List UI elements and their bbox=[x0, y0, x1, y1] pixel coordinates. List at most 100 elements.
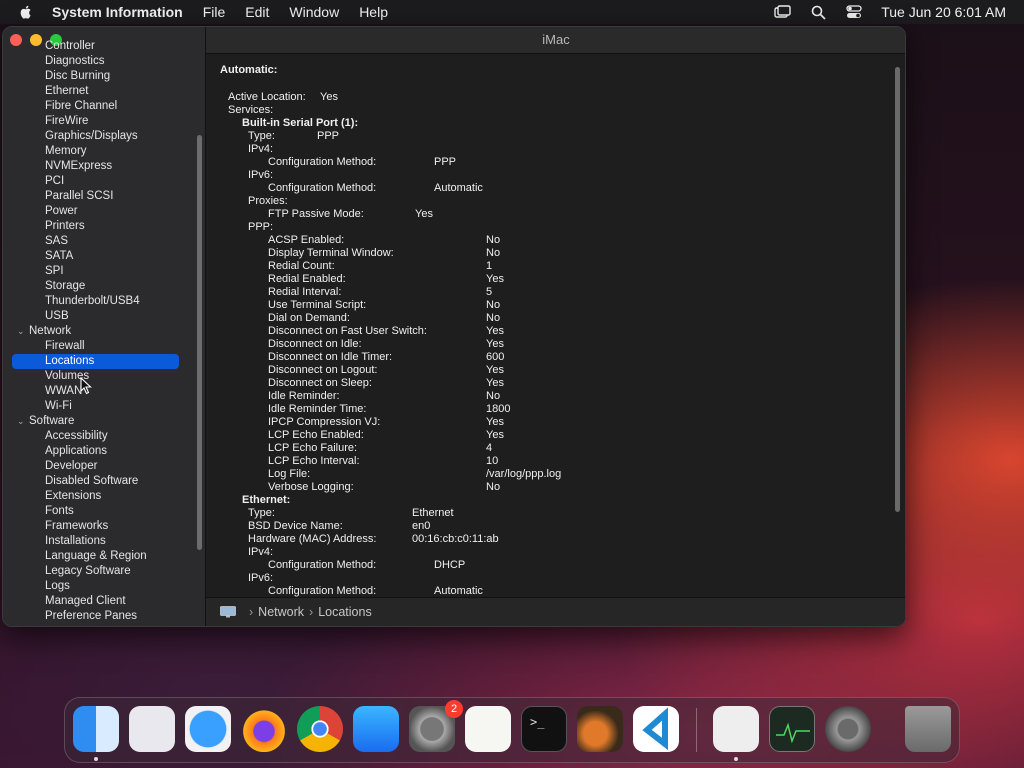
sidebar-item[interactable]: Locations bbox=[12, 354, 179, 369]
sidebar-item[interactable]: Extensions bbox=[3, 489, 203, 504]
sidebar-item[interactable]: Memory bbox=[3, 144, 203, 159]
menu-file[interactable]: File bbox=[203, 4, 226, 20]
sidebar-group[interactable]: ⌄ Network bbox=[3, 324, 203, 339]
detail-label: Dial on Demand: bbox=[268, 312, 350, 324]
detail-value: No bbox=[486, 390, 501, 402]
sidebar-item[interactable]: Preference Panes bbox=[3, 609, 203, 619]
detail-label: PPP: bbox=[248, 221, 274, 233]
detail-value: Yes bbox=[486, 364, 504, 376]
path-crumb-locations[interactable]: Locations bbox=[318, 605, 372, 619]
chevron-down-icon[interactable]: ⌄ bbox=[17, 324, 25, 339]
activity-monitor-icon[interactable] bbox=[769, 706, 815, 752]
detail-label: Configuration Method: bbox=[268, 182, 377, 194]
sidebar-item[interactable]: Fonts bbox=[3, 504, 203, 519]
sidebar-item[interactable]: Diagnostics bbox=[3, 54, 203, 69]
sidebar-group[interactable]: ⌄ Software bbox=[3, 414, 203, 429]
vscode-icon[interactable] bbox=[633, 706, 679, 752]
sidebar-item[interactable]: Firewall bbox=[3, 339, 203, 354]
sidebar-item[interactable]: Accessibility bbox=[3, 429, 203, 444]
menu-help[interactable]: Help bbox=[359, 4, 388, 20]
sidebar-item[interactable]: Logs bbox=[3, 579, 203, 594]
sidebar-item[interactable]: WWAN bbox=[3, 384, 203, 399]
sidebar-item-label: Extensions bbox=[45, 490, 102, 502]
sidebar-item[interactable]: Volumes bbox=[3, 369, 203, 384]
notification-badge: 2 bbox=[445, 700, 463, 718]
sidebar-item[interactable]: Storage bbox=[3, 279, 203, 294]
sidebar-item[interactable]: Legacy Software bbox=[3, 564, 203, 579]
sidebar-item[interactable]: Power bbox=[3, 204, 203, 219]
safari-icon[interactable] bbox=[185, 706, 231, 752]
sidebar-item[interactable]: Managed Client bbox=[3, 594, 203, 609]
running-indicator bbox=[734, 757, 738, 761]
sidebar-item-label: Network bbox=[29, 325, 72, 337]
menu-window[interactable]: Window bbox=[289, 4, 339, 20]
menu-app-name[interactable]: System Information bbox=[52, 4, 183, 20]
detail-value: /var/log/ppp.log bbox=[486, 468, 562, 480]
garageband-icon[interactable] bbox=[577, 706, 623, 752]
sidebar-item[interactable]: PCI bbox=[3, 174, 203, 189]
sidebar-item[interactable]: Graphics/Displays bbox=[3, 129, 203, 144]
spotlight-search-icon[interactable] bbox=[809, 4, 827, 20]
sidebar-item[interactable]: USB bbox=[3, 309, 203, 324]
sidebar-item[interactable]: Installations bbox=[3, 534, 203, 549]
menu-edit[interactable]: Edit bbox=[245, 4, 269, 20]
sidebar-item[interactable]: Language & Region bbox=[3, 549, 203, 564]
sidebar-item-label: Thunderbolt/USB4 bbox=[45, 295, 140, 307]
computer-icon bbox=[220, 606, 236, 618]
apple-menu-icon[interactable] bbox=[18, 4, 34, 20]
launchpad-icon[interactable] bbox=[129, 706, 175, 752]
sidebar-item-label: Printers bbox=[45, 220, 85, 232]
sidebar-item-label: PCI bbox=[45, 175, 65, 187]
sidebar-item[interactable]: Thunderbolt/USB4 bbox=[3, 294, 203, 309]
sidebar-item[interactable]: Controller bbox=[3, 39, 203, 54]
system-preferences-icon[interactable]: 2 bbox=[409, 700, 463, 752]
sidebar-item-label: Graphics/Displays bbox=[45, 130, 138, 142]
control-center-icon[interactable] bbox=[845, 4, 863, 20]
sidebar-item-label: USB bbox=[45, 310, 69, 322]
sidebar-scrollbar[interactable] bbox=[197, 135, 202, 550]
chevron-down-icon[interactable]: ⌄ bbox=[17, 414, 25, 429]
sidebar-item-label: Legacy Software bbox=[45, 565, 131, 577]
sidebar-item[interactable]: Ethernet bbox=[3, 84, 203, 99]
detail-scrollbar[interactable] bbox=[895, 67, 900, 512]
detail-value: PPP bbox=[434, 156, 457, 168]
sidebar-item[interactable]: Disabled Software bbox=[3, 474, 203, 489]
finder-icon[interactable] bbox=[73, 706, 119, 752]
sidebar-item[interactable]: SPI bbox=[3, 264, 203, 279]
trash-icon[interactable] bbox=[905, 706, 951, 752]
sidebar-item[interactable]: Applications bbox=[3, 444, 203, 459]
sidebar-item[interactable]: NVMExpress bbox=[3, 159, 203, 174]
detail-label: Use Terminal Script: bbox=[268, 299, 367, 311]
sidebar-item[interactable]: Fibre Channel bbox=[3, 99, 203, 114]
screen-mirroring-icon[interactable] bbox=[773, 4, 791, 20]
system-information-icon[interactable] bbox=[713, 706, 759, 752]
detail-value: Yes bbox=[486, 416, 504, 428]
sidebar-item[interactable]: Wi-Fi bbox=[3, 399, 203, 414]
sidebar-item[interactable]: Printers bbox=[3, 219, 203, 234]
detail-label: Type: bbox=[248, 507, 275, 519]
menu-bar-clock[interactable]: Tue Jun 20 6:01 AM bbox=[881, 4, 1006, 20]
terminal-icon[interactable]: >_ bbox=[521, 706, 567, 752]
textedit-icon[interactable] bbox=[465, 706, 511, 752]
sidebar-item[interactable]: Developer bbox=[3, 459, 203, 474]
sidebar-item[interactable]: SATA bbox=[3, 249, 203, 264]
sidebar-item[interactable]: SAS bbox=[3, 234, 203, 249]
sidebar-item[interactable]: Frameworks bbox=[3, 519, 203, 534]
detail-value: PPP bbox=[317, 130, 340, 142]
detail-value: Yes bbox=[320, 91, 338, 103]
sidebar-item[interactable]: FireWire bbox=[3, 114, 203, 129]
sidebar-item[interactable]: Parallel SCSI bbox=[3, 189, 203, 204]
detail-value: No bbox=[486, 247, 501, 259]
sidebar-tree[interactable]: Controller Diagnostics Disc Burning Etherne… bbox=[3, 39, 203, 619]
firefox-icon[interactable] bbox=[241, 706, 287, 752]
path-crumb-network[interactable]: Network bbox=[258, 605, 304, 619]
app-store-icon[interactable] bbox=[353, 706, 399, 752]
detail-value: 1 bbox=[486, 260, 493, 272]
sidebar-item-label: WWAN bbox=[45, 385, 83, 397]
chrome-icon[interactable] bbox=[297, 706, 343, 752]
detail-label: Type: bbox=[248, 130, 275, 142]
system-settings-icon[interactable] bbox=[825, 706, 871, 752]
detail-label: Ethernet: bbox=[242, 494, 291, 506]
sidebar-item-label: Frameworks bbox=[45, 520, 109, 532]
sidebar-item[interactable]: Disc Burning bbox=[3, 69, 203, 84]
